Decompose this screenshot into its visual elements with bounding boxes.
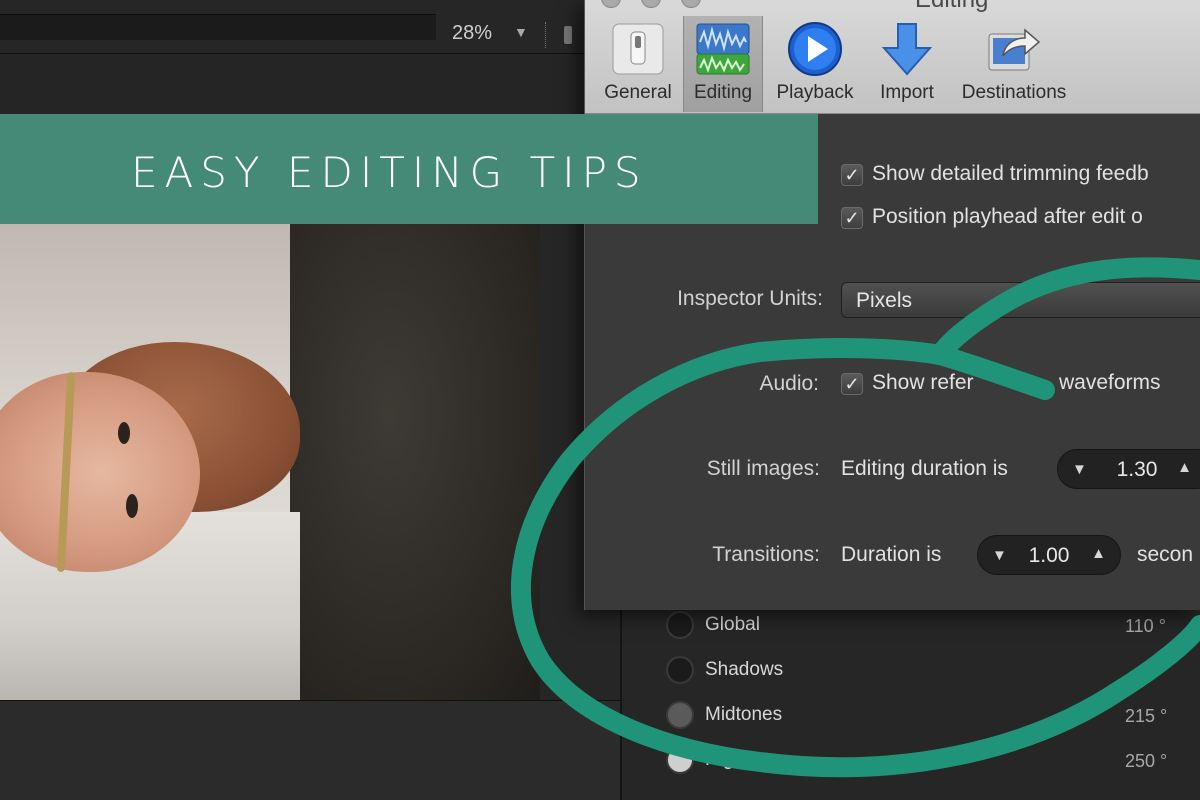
viewer-toolbar: 28% ▼ — [0, 0, 600, 54]
stepper-up-icon[interactable]: ▲ — [1091, 545, 1106, 562]
photo-eye — [126, 494, 138, 518]
title-banner: EASY EDITING TIPS — [0, 114, 818, 224]
still-images-duration-stepper[interactable]: ▼ 1.30 ▲ — [1057, 449, 1200, 489]
color-board-row-global[interactable]: Global 110 ° — [622, 604, 1200, 644]
playhead-after-edit-checkbox[interactable]: ✓ — [841, 207, 863, 229]
popup-value: Pixels — [856, 289, 913, 312]
preferences-window: Editing General Editing — [584, 0, 1200, 610]
color-board-row-shadows[interactable]: Shadows — [622, 649, 1200, 689]
tab-playback[interactable]: Playback — [767, 16, 863, 112]
still-images-text: Editing duration is — [841, 457, 1008, 480]
window-title: Editing — [915, 0, 988, 14]
radio-button[interactable] — [666, 611, 694, 639]
switch-icon — [612, 23, 664, 75]
waveform-icon — [696, 23, 750, 75]
tab-label: Destinations — [961, 82, 1067, 103]
radio-button[interactable] — [666, 701, 694, 729]
tab-label: General — [604, 82, 672, 103]
photo-eye — [118, 422, 130, 444]
trimming-feedback-checkbox[interactable]: ✓ — [841, 164, 863, 186]
tab-general[interactable]: General — [593, 16, 683, 112]
tab-import[interactable]: Import — [867, 16, 947, 112]
inspector-units-popup[interactable]: Pixels ▲▼ — [841, 282, 1200, 318]
close-button[interactable] — [601, 0, 621, 8]
color-board-panel: Global 110 ° Shadows Midtones 215 ° Hig … — [620, 600, 1200, 800]
trimming-feedback-label: Show detailed trimming feedb — [872, 162, 1149, 185]
viewer-bottom-bar — [0, 700, 620, 800]
transitions-duration-stepper[interactable]: ▼ 1.00 ▲ — [977, 535, 1121, 575]
arrow-down-icon — [881, 23, 933, 76]
still-images-label: Still images: — [706, 457, 820, 480]
minimize-button[interactable] — [641, 0, 661, 8]
row-label: Shadows — [705, 659, 784, 680]
reference-waveforms-checkbox[interactable]: ✓ — [841, 373, 863, 395]
play-icon — [788, 22, 842, 76]
tab-label: Playback — [776, 82, 854, 103]
audio-label: Audio: — [759, 372, 819, 395]
radio-button[interactable] — [666, 656, 694, 684]
tab-label: Import — [880, 82, 934, 103]
transitions-label: Transitions: — [712, 543, 820, 566]
tab-label: Editing — [693, 82, 753, 103]
reference-waveforms-label-end: waveforms — [1059, 371, 1161, 394]
color-board-row-highlights[interactable]: Hig 250 ° — [622, 739, 1200, 779]
row-value: 110 ° — [1125, 616, 1166, 636]
view-options-handle[interactable] — [564, 26, 572, 44]
color-board-row-midtones[interactable]: Midtones 215 ° — [622, 694, 1200, 734]
tab-destinations[interactable]: Destinations — [949, 16, 1079, 112]
playhead-after-edit-label: Position playhead after edit o — [872, 205, 1143, 228]
preferences-toolbar: Editing General Editing — [585, 0, 1200, 114]
viewer-title-track — [0, 14, 436, 40]
separator — [545, 22, 547, 48]
transitions-unit: secon — [1137, 543, 1194, 566]
stepper-up-icon[interactable]: ▲ — [1177, 459, 1192, 476]
inspector-units-label: Inspector Units: — [677, 287, 823, 310]
zoom-level[interactable]: 28% — [452, 22, 492, 45]
reference-waveforms-label-start: Show refer — [872, 371, 974, 394]
row-label: Hig — [705, 749, 734, 770]
viewer-photo — [0, 222, 540, 700]
share-icon — [988, 28, 1041, 71]
photo-dark-panel — [290, 222, 540, 700]
row-value: 215 ° — [1125, 706, 1168, 726]
row-label: Midtones — [705, 704, 783, 725]
tab-editing[interactable]: Editing — [683, 16, 763, 112]
row-value: 250 ° — [1125, 751, 1168, 771]
zoom-dropdown-icon[interactable]: ▼ — [514, 24, 528, 40]
banner-title: EASY EDITING TIPS — [131, 148, 648, 197]
zoom-button[interactable] — [681, 0, 701, 8]
radio-button[interactable] — [666, 746, 694, 774]
row-label: Global — [705, 614, 760, 635]
transitions-text: Duration is — [841, 543, 942, 566]
